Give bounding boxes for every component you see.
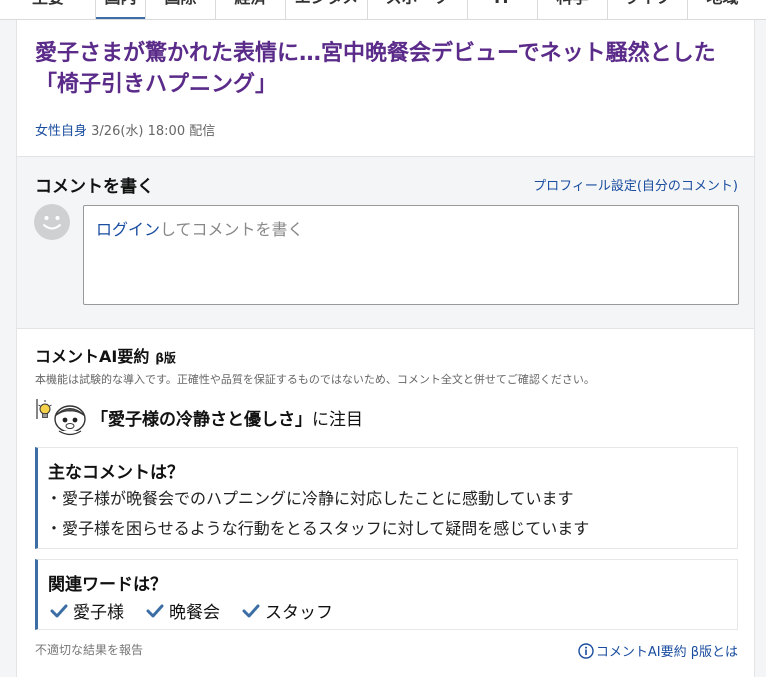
tab-science[interactable]: 科学	[537, 0, 607, 19]
related-words-box: 関連ワードは？ 愛子様 晩餐会 スタッフ	[35, 559, 738, 630]
article-title[interactable]: 愛子さまが驚かれた表情に…宮中晩餐会デビューでネット騒然とした「椅子引きハプニン…	[35, 38, 735, 100]
about-ai-summary-label: コメントAI要約 β版とは	[595, 645, 738, 660]
related-word-label: 愛子様	[73, 603, 124, 623]
tab-international[interactable]: 国際	[145, 0, 215, 19]
related-word-label: 晩餐会	[169, 603, 220, 623]
main-comment-item: 愛子様を困らせるような行動をとるスタッフに対して疑問を感じています	[62, 515, 589, 539]
related-word-label: スタッフ	[265, 603, 333, 623]
checkmark-icon	[242, 604, 260, 617]
report-link[interactable]: 不適切な結果を報告	[35, 641, 143, 658]
login-link[interactable]: ログイン	[96, 220, 160, 239]
tab-domestic[interactable]: 国内	[95, 0, 145, 19]
comment-input[interactable]: ログインしてコメントを書く	[83, 205, 739, 305]
tab-life[interactable]: ライフ	[607, 0, 687, 19]
ai-summary-heading: コメントAI要約 β版	[35, 343, 176, 367]
article-delivered-label: 配信	[189, 124, 216, 139]
related-word[interactable]: スタッフ	[242, 598, 333, 623]
smiley-face-icon	[43, 216, 61, 230]
ai-summary-notice: 本機能は試験的な導入です。正確性や品質を保証するものではないため、コメント全文と…	[35, 373, 595, 386]
checkmark-icon	[146, 604, 164, 617]
tab-entertainment[interactable]: エンタメ	[285, 0, 367, 19]
ai-summary-section: コメントAI要約 β版 本機能は試験的な導入です。正確性や品質を保証するものではな…	[16, 329, 755, 677]
tab-it[interactable]: IT	[467, 0, 537, 19]
related-word[interactable]: 晩餐会	[146, 598, 220, 623]
comment-section: コメントを書く プロフィール設定(自分のコメント) ログインしてコメントを書く	[16, 157, 755, 329]
article-source-link[interactable]: 女性自身	[35, 124, 87, 139]
tab-sports[interactable]: スポーツ	[367, 0, 467, 19]
checkmark-icon	[50, 604, 68, 617]
about-ai-summary-link[interactable]: コメントAI要約 β版とは	[578, 641, 738, 660]
related-word[interactable]: 愛子様	[50, 598, 124, 623]
info-icon	[578, 642, 594, 659]
article-date: 3/26(水) 18:00	[91, 124, 186, 139]
article-meta: 女性自身 3/26(水) 18:00 配信	[35, 120, 215, 139]
main-comments-box: 主なコメントは？ 愛子様が晩餐会でのハプニングに冷静に対応したことに感動していま…	[35, 447, 738, 549]
ai-summary-heading-text: コメントAI要約	[35, 347, 150, 366]
tab-local[interactable]: 地域	[687, 0, 757, 19]
main-comment-item: 愛子様が晩餐会でのハプニングに冷静に対応したことに感動しています	[62, 485, 574, 509]
ai-summary-topic: 「愛子様の冷静さと優しさ」	[91, 410, 312, 430]
related-words-title: 関連ワードは？	[48, 575, 167, 595]
ai-summary-beta-badge: β版	[155, 351, 176, 365]
comment-heading: コメントを書く	[35, 177, 154, 197]
tab-economy[interactable]: 経済	[215, 0, 285, 19]
main-comments-title: 主なコメントは？	[48, 463, 184, 483]
tab-main[interactable]: 主要	[18, 0, 78, 19]
ai-summary-topic-suffix: に注目	[312, 410, 363, 430]
comment-placeholder: してコメントを書く	[160, 220, 304, 239]
ai-summary-focus: 「愛子様の冷静さと優しさ」に注目	[91, 405, 363, 430]
related-words-list: 愛子様 晩餐会 スタッフ	[50, 598, 333, 623]
profile-settings-link[interactable]: プロフィール設定(自分のコメント)	[533, 175, 738, 194]
article-header: 愛子さまが驚かれた表情に…宮中晩餐会デビューでネット騒然とした「椅子引きハプニン…	[16, 20, 755, 157]
category-tab-bar: 主要 国内 国際 経済 エンタメ スポーツ IT 科学 ライフ 地域	[0, 0, 766, 20]
avatar	[34, 204, 70, 240]
ai-mascot-lightbulb-icon	[36, 399, 86, 436]
